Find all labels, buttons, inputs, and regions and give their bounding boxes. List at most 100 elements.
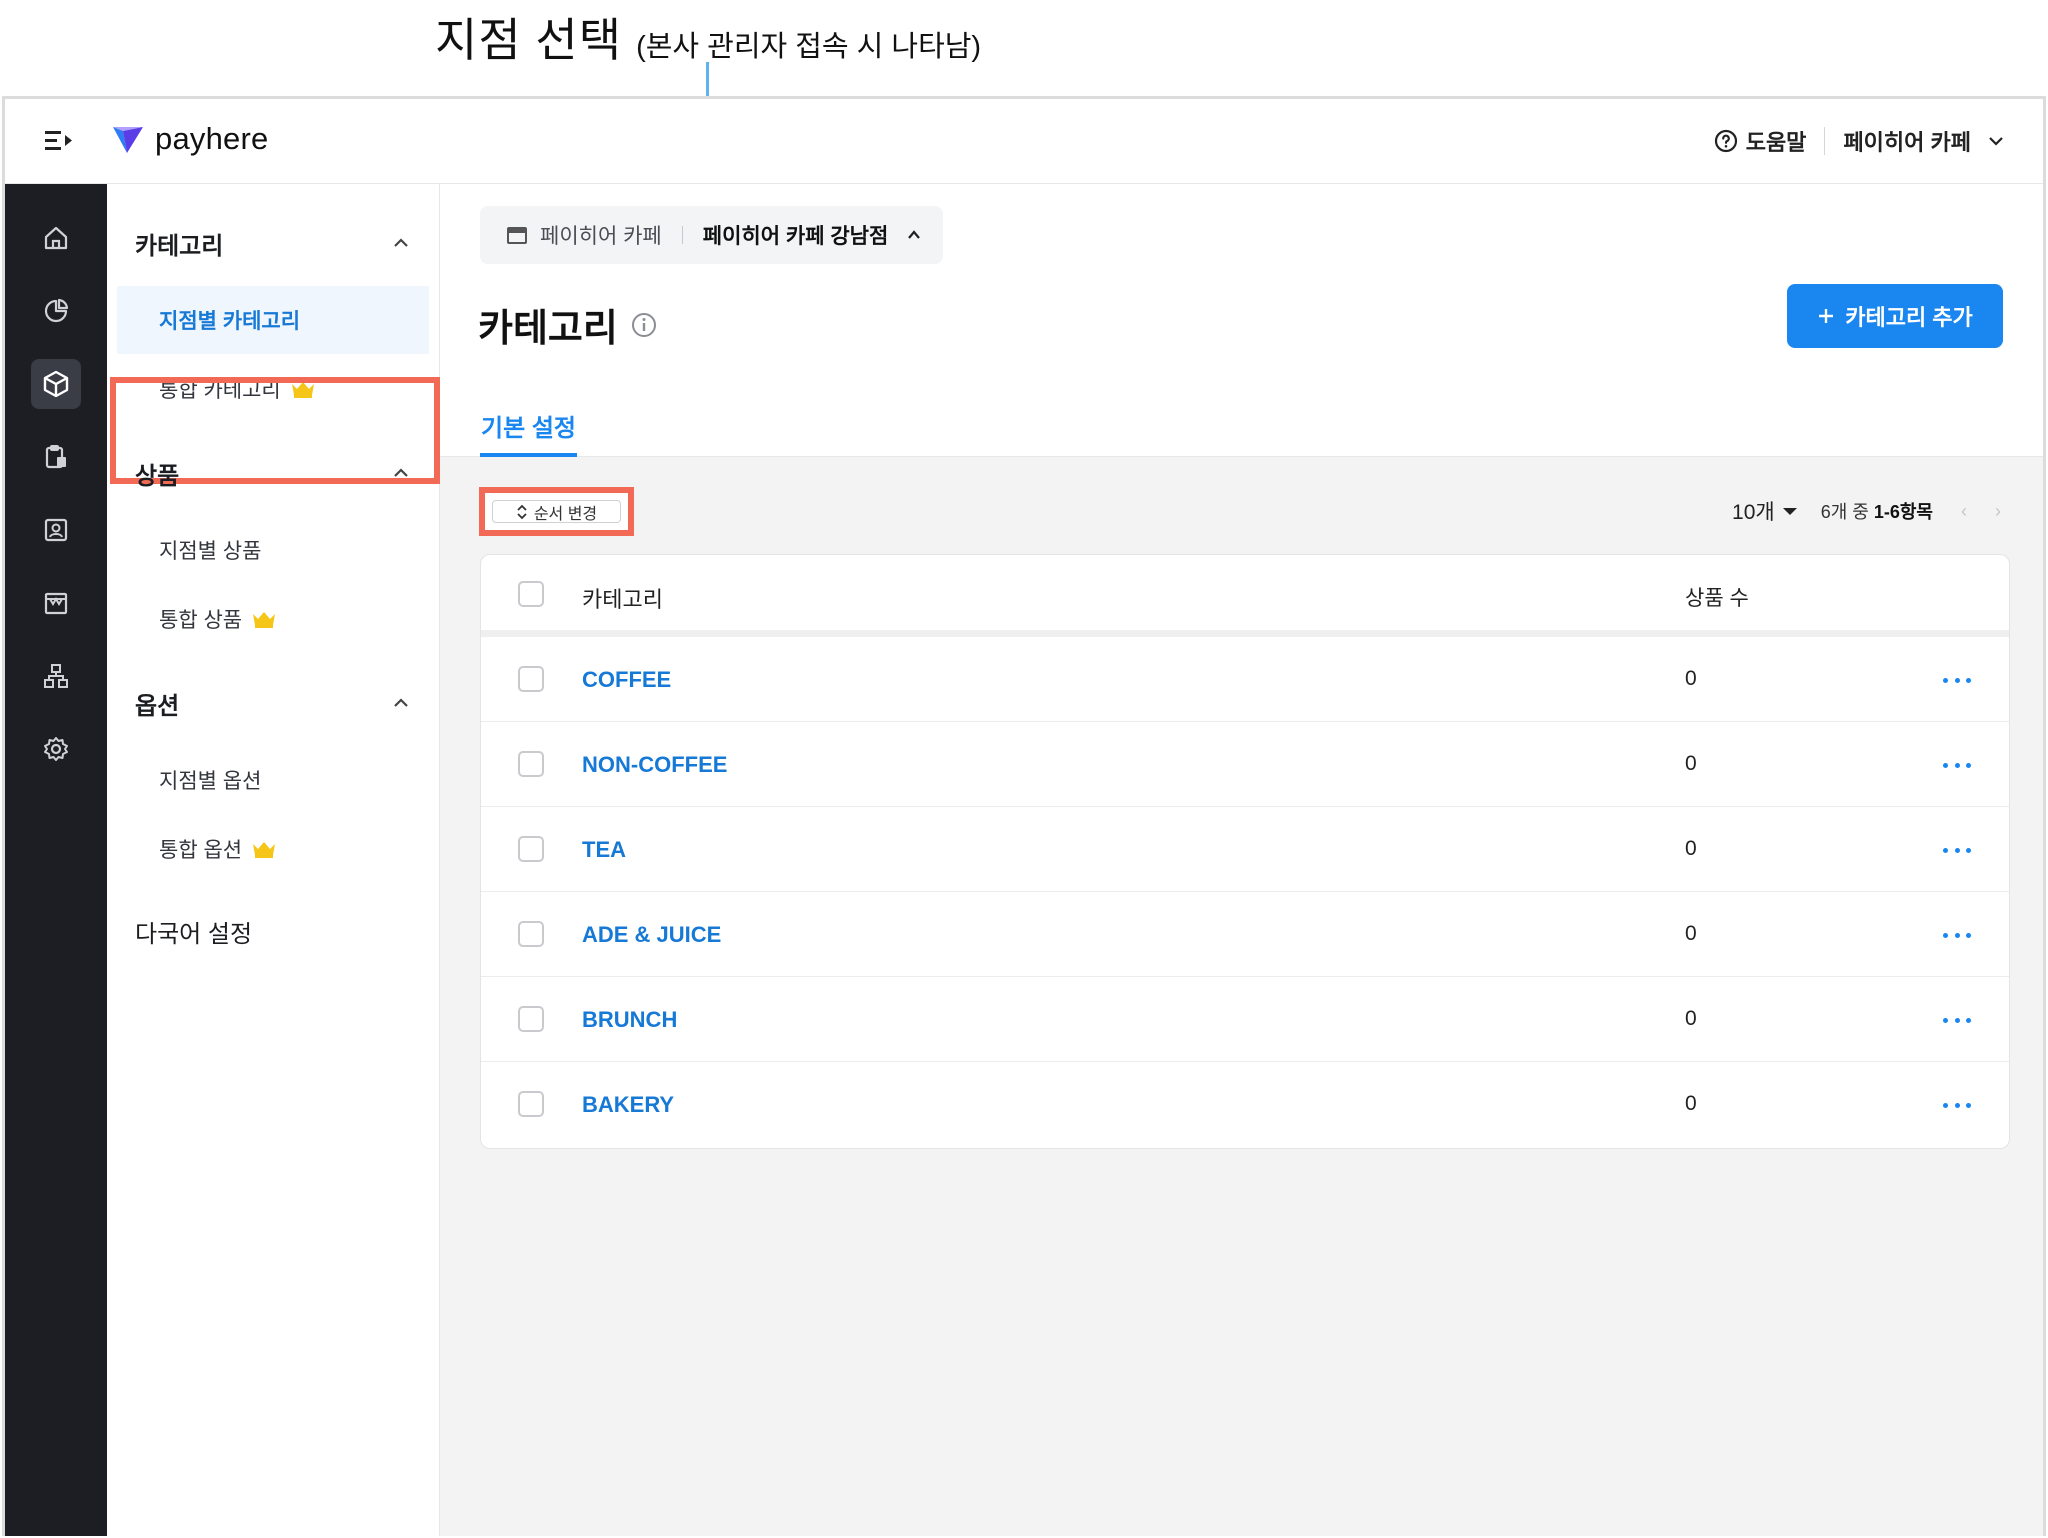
select-all-checkbox[interactable] bbox=[518, 581, 544, 607]
store-icon[interactable] bbox=[31, 578, 81, 628]
plus-icon bbox=[1819, 309, 1834, 323]
subnav-item-branch-products[interactable]: 지점별 상품 bbox=[107, 516, 429, 584]
annotation-subtitle: (본사 관리자 접속 시 나타남) bbox=[636, 31, 982, 63]
store-icon bbox=[507, 227, 527, 244]
table-header: 카테고리 상품 수 bbox=[481, 555, 2009, 637]
main-content: 페이히어 카페 페이히어 카페 강남점 카테고리 카테고리 추가 기본 설정 순… bbox=[440, 184, 2043, 1536]
range-prefix: 6개 중 bbox=[1820, 502, 1869, 522]
subnav-item-label: 지점별 옵션 bbox=[159, 770, 262, 793]
range-text: 6개 중 1-6항목 bbox=[1821, 498, 1933, 524]
table-row: ADE & JUICE 0 bbox=[481, 892, 2009, 977]
page-title-text: 카테고리 bbox=[478, 308, 618, 350]
chevron-down-icon bbox=[1989, 137, 2003, 146]
branch-selector[interactable]: 페이히어 카페 페이히어 카페 강남점 bbox=[480, 206, 943, 264]
clipboard-icon[interactable] bbox=[31, 432, 81, 482]
page-title: 카테고리 bbox=[478, 297, 658, 352]
info-icon[interactable] bbox=[630, 311, 658, 339]
logo[interactable]: payhere bbox=[111, 121, 268, 157]
header-divider bbox=[1824, 127, 1826, 155]
category-table: 카테고리 상품 수 COFFEE 0 NON-COFFEE 0 TEA 0 AD… bbox=[480, 554, 2010, 1149]
gear-icon[interactable] bbox=[31, 724, 81, 774]
product-count: 0 bbox=[1685, 1007, 1697, 1030]
store-name: 페이히어 카페 bbox=[1843, 130, 1971, 155]
product-count: 0 bbox=[1685, 667, 1697, 690]
more-icon[interactable] bbox=[1943, 1095, 1971, 1115]
icon-sidebar bbox=[5, 184, 107, 1536]
app-window: payhere 도움말 페이히어 카페 카테고리 지점별 카테고리 통합 카테고… bbox=[2, 96, 2046, 1536]
logo-mark-icon bbox=[113, 127, 143, 153]
subnav-item-branch-category[interactable]: 지점별 카테고리 bbox=[117, 286, 429, 354]
pagination: 10개 6개 중 1-6항목 ‹ › bbox=[1732, 496, 2001, 526]
help-button[interactable]: 도움말 bbox=[1714, 125, 1807, 157]
chart-icon[interactable] bbox=[31, 286, 81, 336]
help-label: 도움말 bbox=[1745, 130, 1807, 155]
row-checkbox[interactable] bbox=[518, 1091, 544, 1117]
subnav-item-integrated-options[interactable]: 통합 옵션 bbox=[107, 815, 429, 883]
sub-navigation: 카테고리 지점별 카테고리 통합 카테고리 상품 지점별 상품 통합 상품 옵션 bbox=[107, 184, 440, 1536]
category-name-link[interactable]: BRUNCH bbox=[582, 1007, 677, 1033]
table-row: NON-COFFEE 0 bbox=[481, 722, 2009, 807]
section-title: 다국어 설정 bbox=[135, 920, 253, 948]
section-title: 카테고리 bbox=[135, 232, 224, 260]
sort-icon bbox=[517, 504, 527, 519]
logo-text: payhere bbox=[155, 121, 269, 156]
menu-toggle-icon[interactable] bbox=[41, 126, 77, 156]
per-page-value: 10개 bbox=[1732, 501, 1775, 524]
subnav-item-label: 지점별 상품 bbox=[159, 540, 262, 563]
add-category-button[interactable]: 카테고리 추가 bbox=[1787, 284, 2003, 348]
chevron-up-icon bbox=[394, 468, 408, 477]
category-name-link[interactable]: COFFEE bbox=[582, 667, 671, 693]
prev-page-icon[interactable]: ‹ bbox=[1961, 501, 1967, 522]
table-row: BAKERY 0 bbox=[481, 1062, 2009, 1147]
row-checkbox[interactable] bbox=[518, 836, 544, 862]
category-name-link[interactable]: TEA bbox=[582, 837, 626, 863]
section-header-category[interactable]: 카테고리 bbox=[107, 218, 440, 268]
product-count: 0 bbox=[1685, 752, 1697, 775]
store-dropdown[interactable]: 페이히어 카페 bbox=[1843, 125, 2005, 157]
range-value: 1-6항목 bbox=[1873, 502, 1933, 522]
box-icon[interactable] bbox=[31, 359, 81, 409]
annotation-title: 지점 선택 bbox=[435, 14, 623, 66]
section-header-options[interactable]: 옵션 bbox=[107, 678, 440, 728]
row-checkbox[interactable] bbox=[518, 666, 544, 692]
row-checkbox[interactable] bbox=[518, 751, 544, 777]
row-checkbox[interactable] bbox=[518, 921, 544, 947]
subnav-item-integrated-category[interactable]: 통합 카테고리 bbox=[107, 355, 429, 423]
contact-icon[interactable] bbox=[31, 505, 81, 555]
table-row: COFFEE 0 bbox=[481, 637, 2009, 722]
category-name-link[interactable]: ADE & JUICE bbox=[582, 922, 721, 948]
table-row: TEA 0 bbox=[481, 807, 2009, 892]
reorder-label: 순서 변경 bbox=[533, 505, 598, 523]
reorder-button[interactable]: 순서 변경 bbox=[492, 500, 621, 523]
more-icon[interactable] bbox=[1943, 670, 1971, 690]
more-icon[interactable] bbox=[1943, 1010, 1971, 1030]
table-row: BRUNCH 0 bbox=[481, 977, 2009, 1062]
chevron-up-icon bbox=[908, 230, 921, 239]
more-icon[interactable] bbox=[1943, 755, 1971, 775]
tab-basic-settings[interactable]: 기본 설정 bbox=[480, 408, 577, 457]
per-page-select[interactable]: 10개 bbox=[1732, 496, 1799, 526]
row-checkbox[interactable] bbox=[518, 1006, 544, 1032]
crown-icon bbox=[253, 842, 276, 858]
more-icon[interactable] bbox=[1943, 840, 1971, 860]
section-header-multilang[interactable]: 다국어 설정 bbox=[107, 906, 440, 956]
more-icon[interactable] bbox=[1943, 925, 1971, 945]
add-category-label: 카테고리 추가 bbox=[1845, 305, 1973, 330]
subnav-item-integrated-products[interactable]: 통합 상품 bbox=[107, 585, 429, 653]
subnav-item-branch-options[interactable]: 지점별 옵션 bbox=[107, 746, 429, 814]
next-page-icon[interactable]: › bbox=[1995, 501, 2001, 522]
branch-divider bbox=[681, 226, 683, 244]
home-icon[interactable] bbox=[31, 213, 81, 263]
subnav-item-label: 지점별 카테고리 bbox=[159, 310, 301, 333]
top-bar: payhere 도움말 페이히어 카페 bbox=[5, 99, 2043, 184]
category-name-link[interactable]: BAKERY bbox=[582, 1092, 674, 1118]
category-name-link[interactable]: NON-COFFEE bbox=[582, 752, 727, 778]
section-title: 옵션 bbox=[135, 692, 180, 720]
subnav-item-label: 통합 옵션 bbox=[159, 839, 243, 862]
caret-down-icon bbox=[1782, 508, 1797, 515]
org-chart-icon[interactable] bbox=[31, 651, 81, 701]
section-header-products[interactable]: 상품 bbox=[107, 448, 440, 498]
help-icon bbox=[1714, 129, 1737, 153]
branch-current-name: 페이히어 카페 강남점 bbox=[702, 225, 889, 248]
branch-parent-name: 페이히어 카페 bbox=[540, 225, 662, 248]
